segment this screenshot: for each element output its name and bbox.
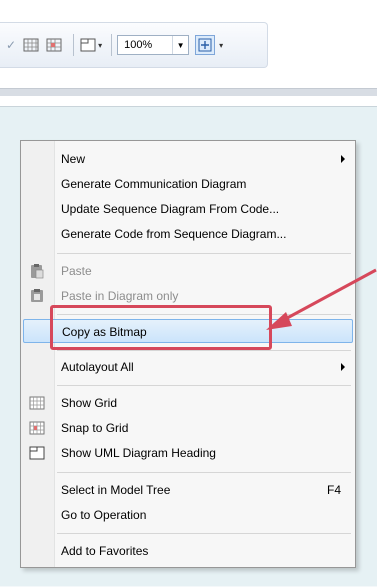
menu-separator <box>57 350 351 351</box>
menu-separator <box>57 385 351 386</box>
menu-item-label: Generate Communication Diagram <box>61 177 247 191</box>
menu-item-label: New <box>61 152 86 166</box>
toolbar-separator <box>73 34 75 56</box>
menu-item-generate-code[interactable]: Generate Code from Sequence Diagram... <box>23 222 353 246</box>
fit-to-window-icon[interactable] <box>195 35 216 55</box>
diagram-heading-icon[interactable] <box>79 37 97 53</box>
toolbar: ✓ ▾ 100% ▼ ▾ <box>0 0 377 88</box>
submenu-arrow-icon <box>341 155 345 163</box>
snap-grid-icon[interactable] <box>45 37 63 53</box>
menu-item-label: Select in Model Tree <box>61 483 171 497</box>
menu-separator <box>57 253 351 254</box>
menu-item-label: Paste in Diagram only <box>61 289 179 303</box>
menu-item-label: Snap to Grid <box>61 421 129 435</box>
grid-icon[interactable] <box>22 37 40 53</box>
menu-item-label: Show Grid <box>61 396 118 410</box>
menu-item-show-grid[interactable]: Show Grid <box>23 391 353 415</box>
menu-separator <box>57 472 351 473</box>
toolbar-separator <box>111 34 113 56</box>
menu-item-update-sequence-diagram[interactable]: Update Sequence Diagram From Code... <box>23 197 353 221</box>
checkmark-icon: ✓ <box>6 38 17 52</box>
diagram-heading-icon <box>29 445 45 461</box>
clipboard-icon <box>29 263 45 279</box>
menu-item-label: Show UML Diagram Heading <box>61 446 216 460</box>
chevron-down-icon[interactable]: ▼ <box>172 36 188 54</box>
menu-item-label: Paste <box>61 264 92 278</box>
menu-item-show-uml-heading[interactable]: Show UML Diagram Heading <box>23 441 353 465</box>
chevron-down-icon[interactable]: ▾ <box>219 41 223 50</box>
toolbar-border <box>0 88 377 96</box>
annotation-arrow-icon <box>266 268 377 330</box>
menu-item-new[interactable]: New <box>23 147 353 171</box>
clipboard-diagram-icon <box>29 288 45 304</box>
zoom-select[interactable]: 100% ▼ <box>117 35 190 55</box>
toolbar-row: ✓ ▾ 100% ▼ ▾ <box>0 22 268 68</box>
menu-item-autolayout-all[interactable]: Autolayout All <box>23 355 353 379</box>
menu-item-label: Add to Favorites <box>61 544 149 558</box>
menu-item-label: Go to Operation <box>61 508 147 522</box>
zoom-value: 100% <box>124 39 153 51</box>
grid-icon <box>29 395 45 411</box>
submenu-arrow-icon <box>341 363 345 371</box>
context-menu: New Generate Communication Diagram Updat… <box>20 140 356 568</box>
menu-item-select-in-model-tree[interactable]: Select in Model Tree F4 <box>23 478 353 502</box>
menu-separator <box>57 533 351 534</box>
annotation-highlight-box <box>50 305 272 350</box>
chevron-down-icon[interactable]: ▾ <box>98 41 102 50</box>
menu-item-label: Autolayout All <box>61 360 134 374</box>
menu-item-label: Update Sequence Diagram From Code... <box>61 202 280 216</box>
menu-item-label: Generate Code from Sequence Diagram... <box>61 227 287 241</box>
menu-item-generate-communication-diagram[interactable]: Generate Communication Diagram <box>23 172 353 196</box>
menu-item-add-to-favorites[interactable]: Add to Favorites <box>23 539 353 563</box>
menu-item-snap-to-grid[interactable]: Snap to Grid <box>23 416 353 440</box>
window-strip <box>0 96 377 106</box>
menu-item-go-to-operation[interactable]: Go to Operation <box>23 503 353 527</box>
menu-item-shortcut: F4 <box>326 483 341 497</box>
snap-grid-icon <box>29 420 45 436</box>
